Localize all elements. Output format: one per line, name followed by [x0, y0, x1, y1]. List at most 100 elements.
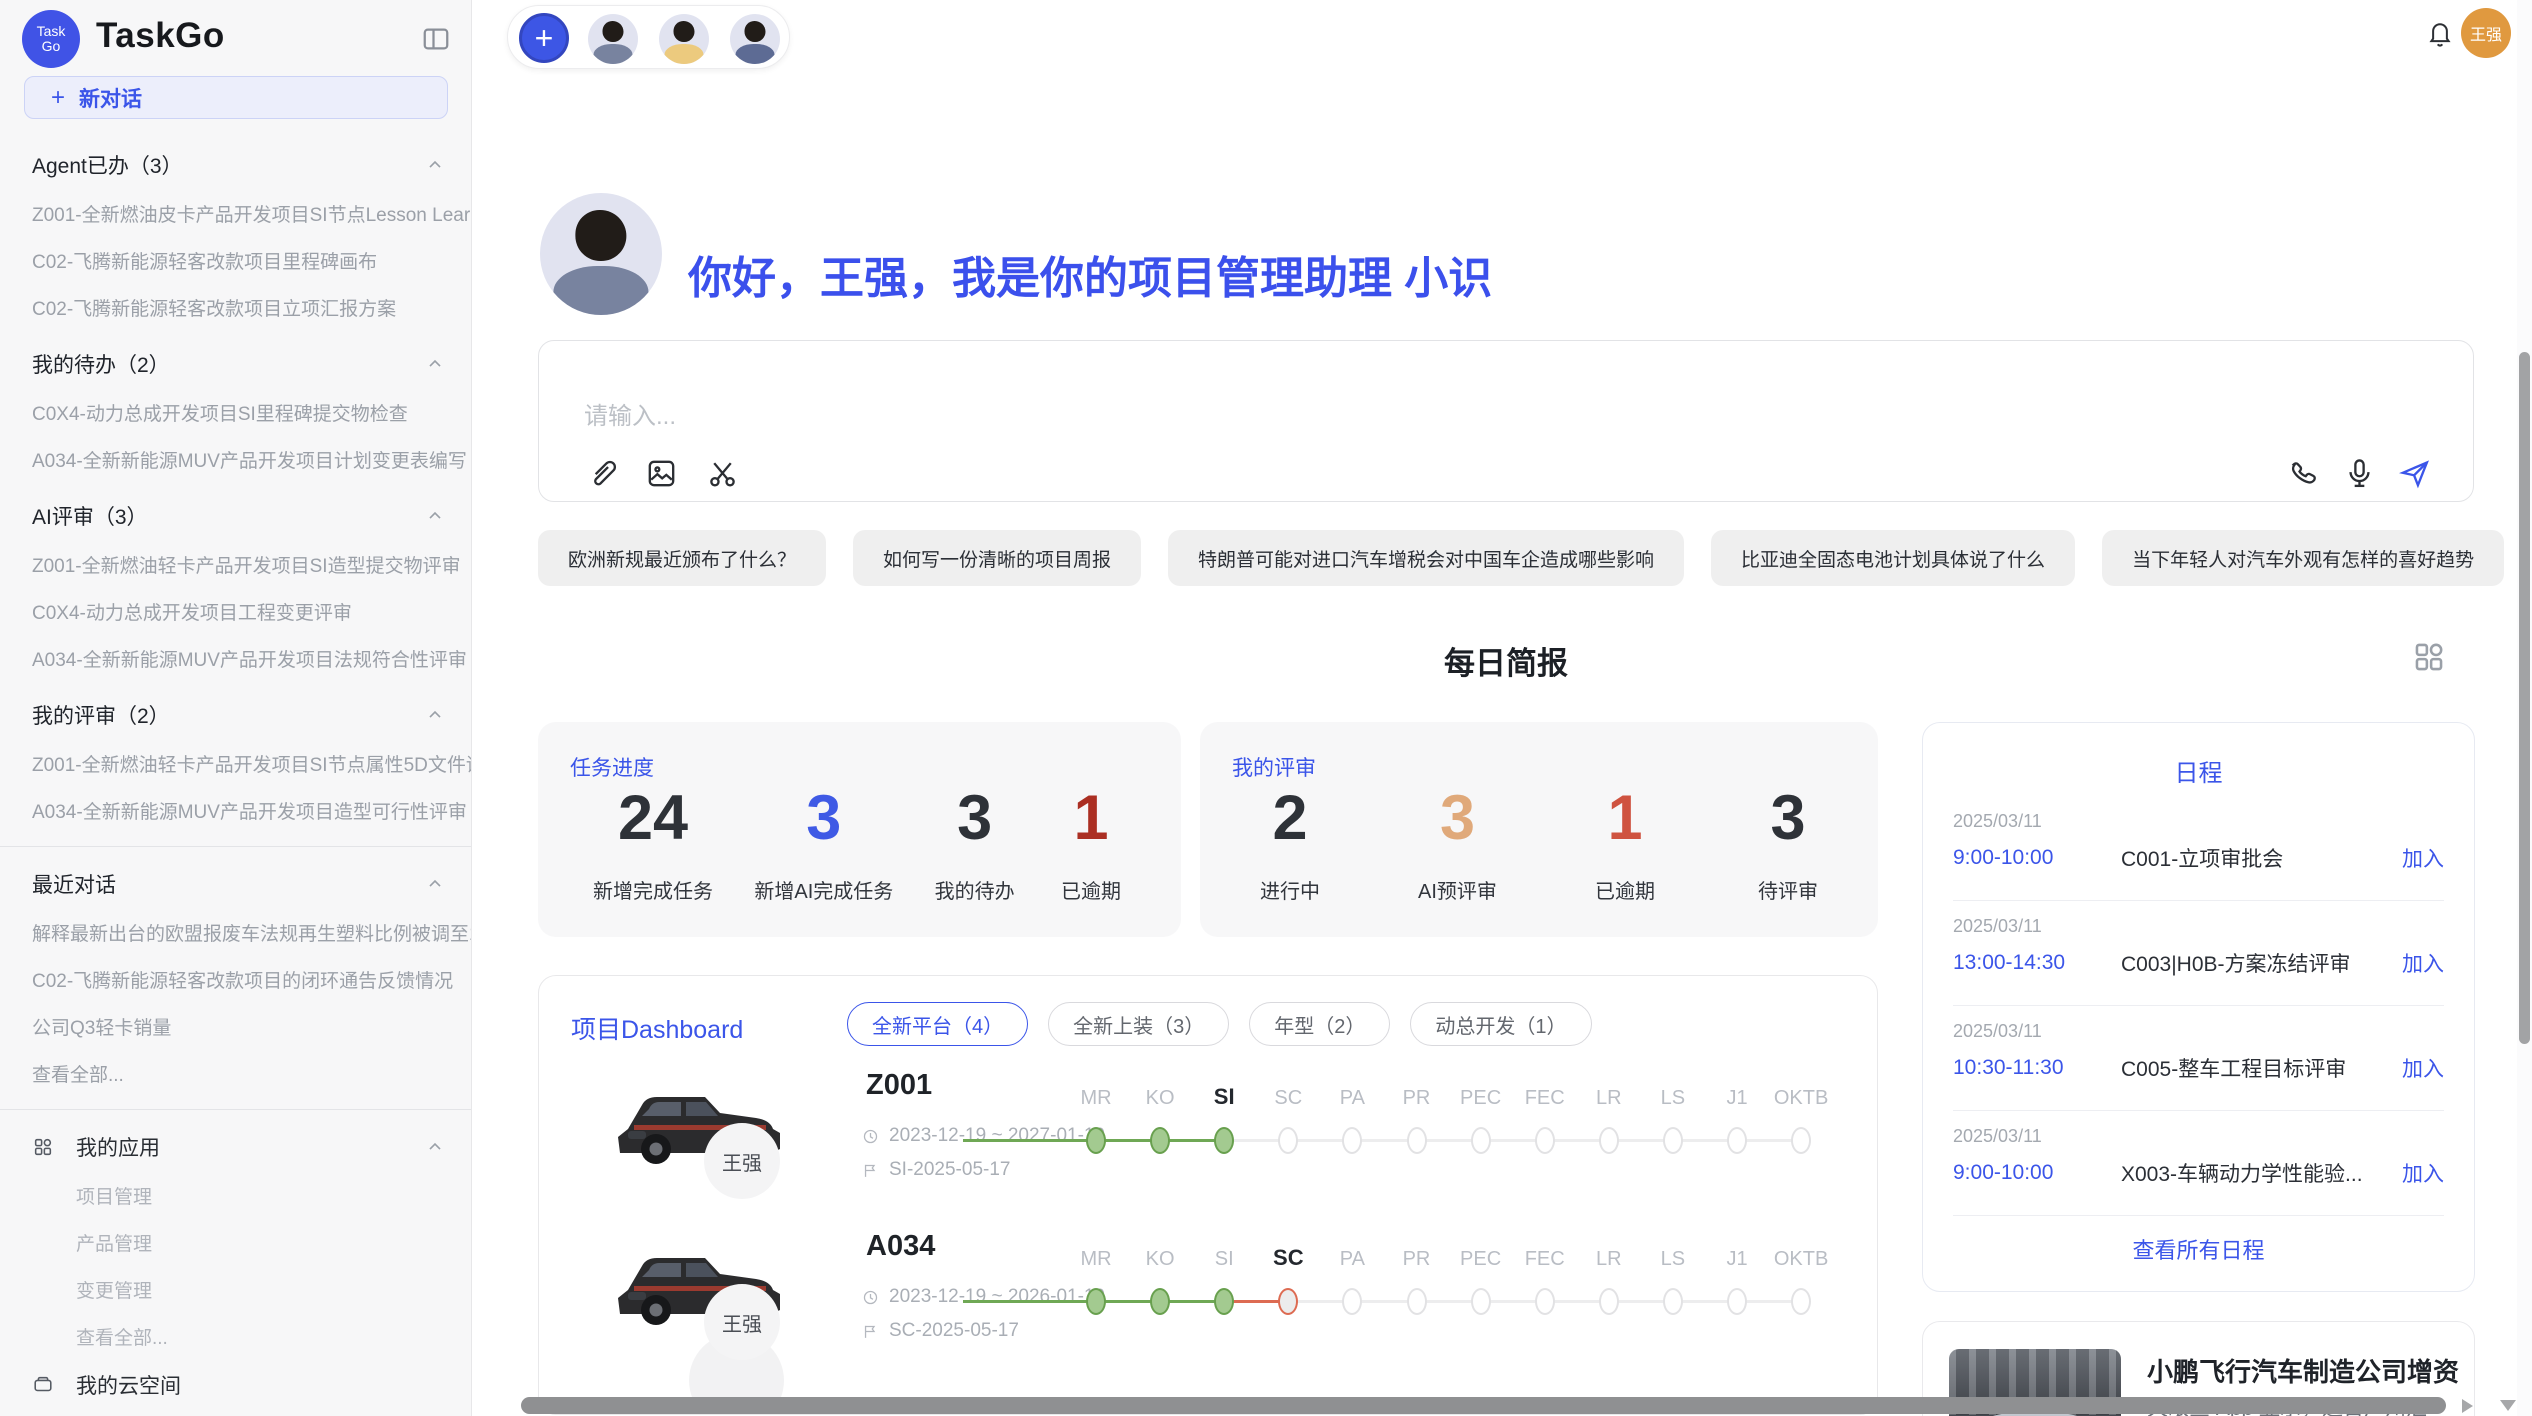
- suggestion-chip[interactable]: 欧洲新规最近颁布了什么？: [538, 530, 826, 586]
- vertical-scrollbar-thumb[interactable]: [2519, 352, 2530, 1044]
- schedule-join-link[interactable]: 加入: [2402, 1053, 2444, 1083]
- horizontal-scrollbar-thumb[interactable]: [521, 1397, 2446, 1414]
- schedule-item[interactable]: 2025/03/11 9:00-10:00 X003-车辆动力学性能验... 加…: [1953, 1118, 2444, 1223]
- add-agent-button[interactable]: +: [519, 13, 569, 63]
- send-icon[interactable]: [2398, 457, 2431, 490]
- milestone-node[interactable]: [1535, 1127, 1555, 1154]
- project-name: Z001: [866, 1069, 932, 1102]
- sidebar-item[interactable]: Z001-全新燃油皮卡产品开发项目SI节点Lesson Learn报告: [0, 190, 471, 237]
- sidebar-item[interactable]: 解释最新出台的欧盟报废车法规再生塑料比例被调至15%...: [0, 909, 471, 956]
- chevron-up-icon: [425, 155, 445, 175]
- sidebar-collapse-icon[interactable]: [421, 24, 451, 54]
- milestone-node[interactable]: [1663, 1288, 1683, 1315]
- suggestion-chip[interactable]: 当下年轻人对汽车外观有怎样的喜好趋势: [2102, 530, 2504, 586]
- milestone-node[interactable]: [1214, 1288, 1234, 1315]
- sidebar-section-header[interactable]: Agent已办（3）: [0, 140, 471, 190]
- agent-avatar-2[interactable]: [659, 14, 709, 64]
- image-upload-icon[interactable]: [645, 457, 678, 490]
- sidebar-section-header[interactable]: 我的评审（2）: [0, 690, 471, 740]
- dashboard-tab[interactable]: 动总开发（1）: [1410, 1002, 1591, 1046]
- suggestion-chip[interactable]: 特朗普可能对进口汽车增税会对中国车企造成哪些影响: [1168, 530, 1684, 586]
- sidebar-item[interactable]: Z001-全新燃油轻卡产品开发项目SI节点属性5D文件评审: [0, 740, 471, 787]
- milestone-node[interactable]: [1791, 1288, 1811, 1315]
- milestone-node[interactable]: [1599, 1288, 1619, 1315]
- sidebar-item[interactable]: C02-飞腾新能源轻客改款项目的闭环通告反馈情况: [0, 956, 471, 1003]
- sidebar-section-header[interactable]: AI评审（3）: [0, 491, 471, 541]
- new-chat-button[interactable]: + 新对话: [24, 76, 448, 119]
- view-all-schedule-link[interactable]: 查看所有日程: [1923, 1233, 2474, 1265]
- chevron-up-icon: [425, 506, 445, 526]
- milestone-node[interactable]: [1342, 1288, 1362, 1315]
- milestone-node[interactable]: [1150, 1288, 1170, 1315]
- sidebar-item[interactable]: 公司Q3轻卡销量: [0, 1003, 471, 1050]
- sidebar-section-header[interactable]: 我的待办（2）: [0, 339, 471, 389]
- milestone-node[interactable]: [1663, 1127, 1683, 1154]
- sidebar-item[interactable]: C0X4-动力总成开发项目工程变更评审: [0, 588, 471, 635]
- sidebar-item[interactable]: A034-全新新能源MUV产品开发项目法规符合性评审: [0, 635, 471, 682]
- agent-avatar-1[interactable]: [588, 14, 638, 64]
- attachment-icon[interactable]: [584, 457, 617, 490]
- sidebar-item-cloud-space[interactable]: 我的云空间: [0, 1360, 471, 1410]
- milestone-node[interactable]: [1407, 1288, 1427, 1315]
- schedule-join-link[interactable]: 加入: [2402, 843, 2444, 873]
- sidebar-subitem[interactable]: 产品管理: [0, 1219, 471, 1266]
- scissors-icon[interactable]: [706, 457, 739, 490]
- schedule-item[interactable]: 2025/03/11 9:00-10:00 C001-立项审批会 加入: [1953, 803, 2444, 908]
- sidebar-item-my-apps[interactable]: 我的应用: [0, 1122, 471, 1172]
- layout-grid-icon[interactable]: [2412, 640, 2446, 674]
- milestone-node[interactable]: [1278, 1288, 1298, 1315]
- milestone-node[interactable]: [1727, 1127, 1747, 1154]
- sidebar-item[interactable]: A034-全新新能源MUV产品开发项目造型可行性评审: [0, 787, 471, 834]
- schedule-event-name: C003|H0B-方案冻结评审: [2121, 948, 2402, 978]
- dashboard-tab[interactable]: 全新平台（4）: [847, 1002, 1028, 1046]
- schedule-join-link[interactable]: 加入: [2402, 1158, 2444, 1188]
- sidebar-item[interactable]: A034-全新新能源MUV产品开发项目计划变更表编写: [0, 436, 471, 483]
- flag-icon: [862, 1323, 879, 1340]
- voice-call-icon[interactable]: [2288, 457, 2321, 490]
- vertical-scrollbar[interactable]: [2517, 0, 2532, 1416]
- chat-input-box[interactable]: 请输入...: [538, 340, 2474, 502]
- milestone-node[interactable]: [1150, 1127, 1170, 1154]
- milestone-node[interactable]: [1278, 1127, 1298, 1154]
- user-avatar[interactable]: 王强: [2461, 8, 2511, 58]
- sidebar-item[interactable]: C02-飞腾新能源轻客改款项目立项汇报方案: [0, 284, 471, 331]
- milestone-node[interactable]: [1535, 1288, 1555, 1315]
- milestone-node[interactable]: [1471, 1288, 1491, 1315]
- schedule-item[interactable]: 2025/03/11 10:30-11:30 C005-整车工程目标评审 加入: [1953, 1013, 2444, 1118]
- milestone-node[interactable]: [1086, 1288, 1106, 1315]
- dashboard-tab[interactable]: 全新上装（3）: [1048, 1002, 1229, 1046]
- milestone-label: KO: [1124, 1087, 1196, 1110]
- sidebar-section-title: Agent已办（3）: [32, 150, 183, 180]
- sidebar-subitem[interactable]: 项目管理: [0, 1172, 471, 1219]
- sidebar-item-medal[interactable]: 我的收藏: [0, 1410, 471, 1416]
- sidebar-item[interactable]: C02-飞腾新能源轻客改款项目里程碑画布: [0, 237, 471, 284]
- stat-label: AI预评审: [1418, 875, 1497, 904]
- schedule-date: 2025/03/11: [1953, 916, 2042, 937]
- suggestion-chip[interactable]: 比亚迪全固态电池计划具体说了什么: [1711, 530, 2075, 586]
- milestone-label: PR: [1381, 1248, 1453, 1271]
- milestone-node[interactable]: [1214, 1127, 1234, 1154]
- milestone-node[interactable]: [1791, 1127, 1811, 1154]
- dashboard-tab[interactable]: 年型（2）: [1249, 1002, 1390, 1046]
- notification-bell-icon[interactable]: [2425, 17, 2455, 49]
- sidebar-subitem[interactable]: 变更管理: [0, 1266, 471, 1313]
- schedule-join-link[interactable]: 加入: [2402, 948, 2444, 978]
- suggestion-chip[interactable]: 如何写一份清晰的项目周报: [853, 530, 1141, 586]
- milestone-node[interactable]: [1086, 1127, 1106, 1154]
- milestone-node[interactable]: [1599, 1127, 1619, 1154]
- milestone-node[interactable]: [1727, 1288, 1747, 1315]
- schedule-item[interactable]: 2025/03/11 13:00-14:30 C003|H0B-方案冻结评审 加…: [1953, 908, 2444, 1013]
- sidebar-item[interactable]: Z001-全新燃油轻卡产品开发项目SI造型提交物评审: [0, 541, 471, 588]
- sidebar-item[interactable]: 查看全部...: [0, 1050, 471, 1097]
- scroll-right-arrow[interactable]: [2462, 1399, 2473, 1413]
- milestone-node[interactable]: [1342, 1127, 1362, 1154]
- milestone-label: SC: [1252, 1087, 1324, 1110]
- microphone-icon[interactable]: [2343, 457, 2376, 490]
- sidebar-subitem[interactable]: 查看全部...: [0, 1313, 471, 1360]
- sidebar-section-header[interactable]: 最近对话: [0, 859, 471, 909]
- milestone-node[interactable]: [1471, 1127, 1491, 1154]
- agent-avatar-3[interactable]: [730, 14, 780, 64]
- milestone-node[interactable]: [1407, 1127, 1427, 1154]
- sidebar-item[interactable]: C0X4-动力总成开发项目SI里程碑提交物检查: [0, 389, 471, 436]
- scroll-down-arrow[interactable]: [2500, 1400, 2516, 1411]
